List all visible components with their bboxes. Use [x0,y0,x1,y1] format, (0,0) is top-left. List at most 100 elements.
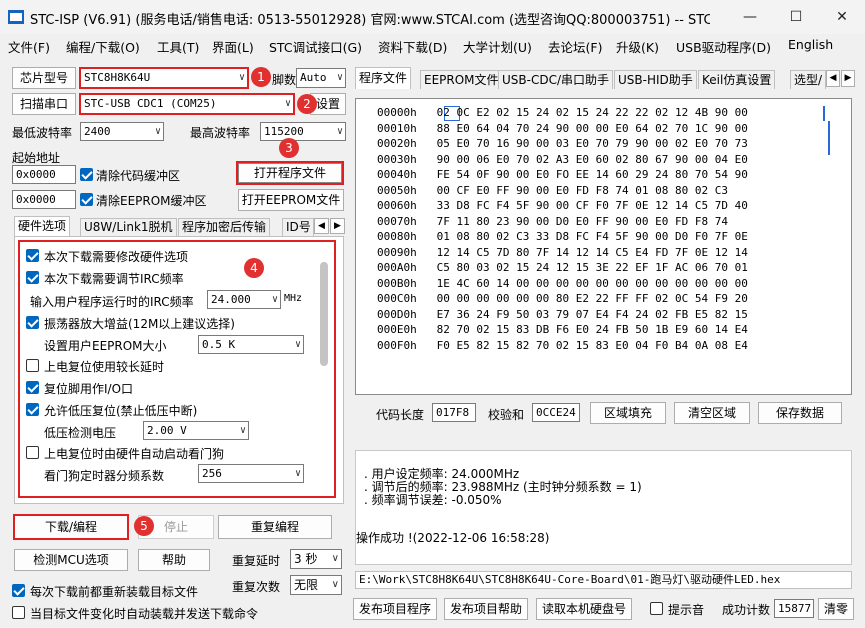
hex-bytes: 12 14 C5 7D 80 7F 14 12 14 C5 E4 FD 7F 0… [436,245,748,259]
hex-row: 000E0h 82 70 02 15 83 DB F6 E0 24 FB 50 … [377,323,748,336]
tab-usb-hid[interactable]: USB-HID助手 [614,70,697,89]
menu-program-download[interactable]: 编程/下载(O) [66,37,140,56]
highlight-download [13,514,129,540]
min-baud-value: 2400 [84,125,111,138]
clear-count-button[interactable]: 清零 [818,598,854,620]
tab-usb-cdc-serial[interactable]: USB-CDC/串口助手 [498,70,614,89]
hex-row: 00080h 01 08 80 02 C3 33 D8 FC F4 5F 90 … [377,230,748,243]
hex-row: 00010h 88 E0 64 04 70 24 90 00 00 E0 64 … [377,122,748,135]
menu-file[interactable]: 文件(F) [8,37,50,56]
beep-label: 提示音 [668,603,705,617]
tab-id-number[interactable]: ID号 [282,218,314,236]
help-button[interactable]: 帮助 [138,549,210,571]
save-data-button[interactable]: 保存数据 [758,402,842,424]
close-button[interactable]: ✕ [819,0,865,34]
file-path-display: E:\Work\STC8H8K64U\STC8H8K64U-Core-Board… [355,571,852,589]
hex-row: 000D0h E7 36 24 F9 50 03 79 07 E4 F4 24 … [377,308,748,321]
hex-address: 000B0h [377,276,417,290]
log-success: 操作成功 !(2022-12-06 16:58:28) [356,531,550,545]
hex-row: 00040h FE 54 0F 90 00 E0 FO EE 14 60 29 … [377,168,748,181]
hex-bytes: 05 E0 70 16 90 00 03 E0 70 79 90 00 02 E… [436,137,748,150]
checksum-label: 校验和 [488,408,525,422]
tab-scroll-left-icon[interactable]: ◀ [314,218,329,234]
pin-count-value: Auto [300,71,327,84]
detect-mcu-button[interactable]: 检测MCU选项 [14,549,128,571]
pin-count-select[interactable]: Auto ∨ [296,68,346,88]
tab-program-file[interactable]: 程序文件 [355,67,412,89]
clear-eeprom-checkbox[interactable] [80,193,93,206]
repeat-count-select[interactable]: 无限 ∨ [290,575,342,595]
hex-bytes: F0 E5 82 15 82 70 02 15 83 E0 04 F0 B4 0… [436,338,748,352]
eeprom-start-address-input[interactable]: 0x0000 [12,190,76,209]
auto-reload-label: 当目标文件变化时自动装载并发送下载命令 [30,607,259,621]
menu-stc-debug[interactable]: STC调试接口(G) [269,37,362,56]
ascii-cursor [823,106,825,121]
success-count-label: 成功计数 [722,603,771,617]
hex-bytes: 02 0C E2 02 15 24 02 15 24 22 22 02 12 4… [436,106,748,119]
hex-row: 000C0h 00 00 00 00 00 00 80 E2 22 FF FF … [377,292,748,305]
tab-hardware-options[interactable]: 硬件选项 [14,216,71,236]
annotation-badge-1: 1 [251,67,271,87]
hex-bytes: E7 36 24 F9 50 03 79 07 E4 F4 24 02 FB E… [436,307,748,321]
code-length-value: 017F8 [432,403,476,422]
hex-address: 000C0h [377,292,417,305]
menu-university[interactable]: 大学计划(U) [463,37,532,56]
repeat-program-button[interactable]: 重复编程 [218,515,332,539]
max-baud-select[interactable]: 115200 ∨ [260,122,346,141]
ascii-scroll-marker [828,121,830,155]
menu-docs-download[interactable]: 资料下载(D) [378,37,447,56]
hex-row: 00070h 7F 11 80 23 90 00 D0 E0 FF 90 00 … [377,215,728,228]
hex-address: 00090h [377,245,417,259]
hex-row: 00000h 02 0C E2 02 15 24 02 15 24 22 22 … [377,106,748,119]
right-tab-scroll-left-icon[interactable]: ◀ [826,70,840,87]
tab-encrypted-transfer[interactable]: 程序加密后传输 [178,218,271,236]
code-length-label: 代码长度 [376,408,425,422]
tab-scroll-right-icon[interactable]: ▶ [330,218,345,234]
chevron-down-icon: ∨ [331,579,339,590]
hex-bytes: FE 54 0F 90 00 E0 FO EE 14 60 29 24 80 7… [436,168,748,181]
success-count-value: 15877 [774,599,814,618]
clear-area-button[interactable]: 清空区域 [674,402,750,424]
minimize-button[interactable]: — [727,0,773,34]
hex-row: 00030h 90 00 06 E0 70 02 A3 E0 60 02 80 … [377,153,748,166]
maximize-button[interactable]: ☐ [773,0,819,34]
chevron-down-icon: ∨ [154,126,161,137]
hex-address: 00000h [377,106,417,119]
menu-upgrade[interactable]: 升级(K) [616,37,659,56]
hex-address: 00080h [377,230,417,243]
menu-bar: 文件(F) 编程/下载(O) 工具(T) 界面(L) STC调试接口(G) 资料… [0,34,865,56]
menu-interface[interactable]: 界面(L) [212,37,254,56]
tab-u8w-offline[interactable]: U8W/Link1脱机 [80,218,177,236]
menu-english[interactable]: English [788,37,833,52]
reload-each-checkbox[interactable] [12,584,25,597]
hex-bytes: 1E 4C 60 14 00 00 00 00 00 00 00 00 00 0… [436,276,748,290]
fill-area-button[interactable]: 区域填充 [590,402,666,424]
start-address-label: 起始地址 [12,151,61,165]
clear-code-checkbox[interactable] [80,168,93,181]
tab-eeprom-file[interactable]: EEPROM文件 [420,70,503,89]
hex-bytes: C5 80 03 02 15 24 12 15 3E 22 EF 1F AC 0… [436,261,748,274]
hex-address: 000D0h [377,307,417,321]
hex-row: 00060h 33 D8 FC F4 5F 90 00 CF F0 7F 0E … [377,199,748,212]
auto-reload-checkbox[interactable] [12,606,25,619]
beep-checkbox[interactable] [650,602,663,615]
read-disk-id-button[interactable]: 读取本机硬盘号 [536,598,632,620]
chevron-down-icon: ∨ [336,72,343,83]
menu-usb-driver[interactable]: USB驱动程序(D) [676,37,771,56]
scan-port-button[interactable]: 扫描串口 [12,93,76,115]
hex-bytes: 90 00 06 E0 70 02 A3 E0 60 02 80 67 90 0… [436,152,748,166]
menu-tools[interactable]: 工具(T) [157,37,199,56]
chip-type-button[interactable]: 芯片型号 [12,67,76,89]
reload-each-label: 每次下载前都重新装载目标文件 [30,585,199,599]
annotation-badge-3: 3 [279,138,299,158]
repeat-delay-select[interactable]: 3 秒 ∨ [290,549,342,569]
right-tab-scroll-right-icon[interactable]: ▶ [841,70,855,87]
code-start-address-input[interactable]: 0x0000 [12,165,76,184]
menu-forum[interactable]: 去论坛(F) [548,37,602,56]
publish-program-button[interactable]: 发布项目程序 [353,598,437,620]
open-eeprom-file-button[interactable]: 打开EEPROM文件 [238,189,344,211]
tab-keil-simulation[interactable]: Keil仿真设置 [698,70,776,89]
publish-help-button[interactable]: 发布项目帮助 [444,598,528,620]
tab-selection[interactable]: 选型/ [790,70,826,89]
min-baud-select[interactable]: 2400 ∨ [80,122,164,141]
